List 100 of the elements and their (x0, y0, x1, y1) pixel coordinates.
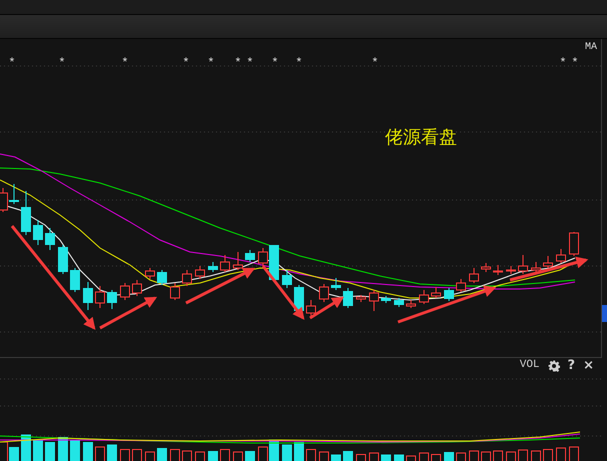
arrow (309, 296, 344, 320)
volume-bar (83, 442, 93, 461)
volume-bar (356, 454, 366, 461)
volume-bar (319, 452, 329, 461)
volume-bar (220, 449, 230, 461)
volume-bar (132, 449, 142, 461)
volume-bar (369, 452, 379, 461)
candlestick (107, 290, 117, 310)
volume-bar (306, 449, 316, 461)
volume-bar (456, 452, 466, 461)
candlestick (356, 294, 366, 302)
volume-bar (406, 456, 416, 461)
candlestick (343, 288, 353, 308)
volume-bar (518, 450, 528, 461)
candlestick (83, 282, 93, 310)
volume-bar (294, 442, 304, 461)
scroll-marker[interactable] (602, 305, 607, 322)
volume-bar (506, 452, 516, 461)
candlestick (394, 298, 404, 308)
candlestick (419, 290, 429, 304)
volume-bar (233, 452, 243, 461)
volume-bar (195, 452, 205, 461)
candlestick (9, 184, 19, 204)
volume-bar (245, 451, 255, 461)
signal-mark: * (295, 56, 303, 70)
volume-bar (481, 452, 491, 461)
candlestick (493, 264, 503, 276)
indicator-label: VOL (520, 360, 540, 371)
candlestick (456, 278, 466, 292)
candlestick (157, 270, 167, 286)
close-button[interactable]: × (583, 359, 594, 372)
signal-mark: * (58, 56, 66, 70)
candlestick (170, 282, 180, 300)
volume-bar (208, 451, 218, 461)
candlestick (33, 220, 43, 246)
candlestick (282, 270, 292, 288)
volume-bar (331, 454, 341, 461)
help-button[interactable]: ? (568, 359, 576, 372)
volume-bar (556, 448, 566, 461)
volume-bar (543, 449, 553, 461)
candlestick (132, 280, 142, 296)
volume-bar (21, 434, 31, 461)
candlestick (306, 300, 316, 316)
arrow (185, 268, 256, 304)
volume-bar (444, 452, 454, 461)
arrow (99, 296, 158, 330)
candlestick (70, 268, 80, 292)
candlestick (444, 288, 454, 302)
candlestick (506, 266, 516, 274)
candlestick (518, 254, 528, 274)
volume-bar (394, 454, 404, 461)
candlestick (406, 300, 416, 308)
candlestick (208, 262, 218, 272)
volume-bar (381, 454, 391, 461)
candlestick (531, 262, 541, 272)
candlestick (381, 296, 391, 304)
candlestick (195, 266, 205, 280)
volume-bar (170, 449, 180, 461)
volume-bar (33, 440, 43, 461)
candlestick (220, 254, 230, 272)
volume-bar (282, 444, 292, 461)
volume-bar (419, 452, 429, 461)
signal-mark: * (8, 56, 16, 70)
candlestick (469, 268, 479, 284)
candlestick (369, 290, 379, 312)
volume-bar (469, 450, 479, 461)
signal-mark: * (371, 56, 379, 70)
candlestick (556, 248, 566, 264)
signal-mark: * (559, 56, 567, 70)
candlestick (233, 252, 243, 270)
settings-button[interactable] (548, 360, 560, 372)
signal-mark: * (246, 56, 254, 70)
volume-bar (9, 447, 19, 461)
signal-mark: * (271, 56, 279, 70)
candlestick (245, 250, 255, 262)
volume-bar (70, 440, 80, 461)
volume-bar (569, 446, 579, 461)
candlestick (120, 282, 130, 300)
candlestick (331, 278, 341, 290)
candlestick (182, 270, 192, 286)
volume-bar (107, 444, 117, 461)
volume-bar (343, 451, 353, 461)
volume-bar (145, 452, 155, 461)
volume-bar (95, 446, 105, 461)
settings-icon (548, 360, 560, 372)
candlestick (543, 256, 553, 268)
volume-bar (120, 449, 130, 461)
volume-bar (431, 454, 441, 461)
volume-bar (182, 450, 192, 461)
volume-bar (157, 448, 167, 461)
indicator-label: MA (584, 43, 597, 53)
signal-mark: * (121, 56, 129, 70)
candlestick (569, 232, 579, 256)
candlestick (481, 262, 491, 272)
volume-bar (58, 437, 68, 461)
signal-mark: * (234, 56, 242, 70)
candlestick (319, 284, 329, 302)
candlestick (145, 268, 155, 280)
candlestick (58, 244, 68, 274)
chart-annotation: 佬源看盘 (385, 127, 457, 148)
